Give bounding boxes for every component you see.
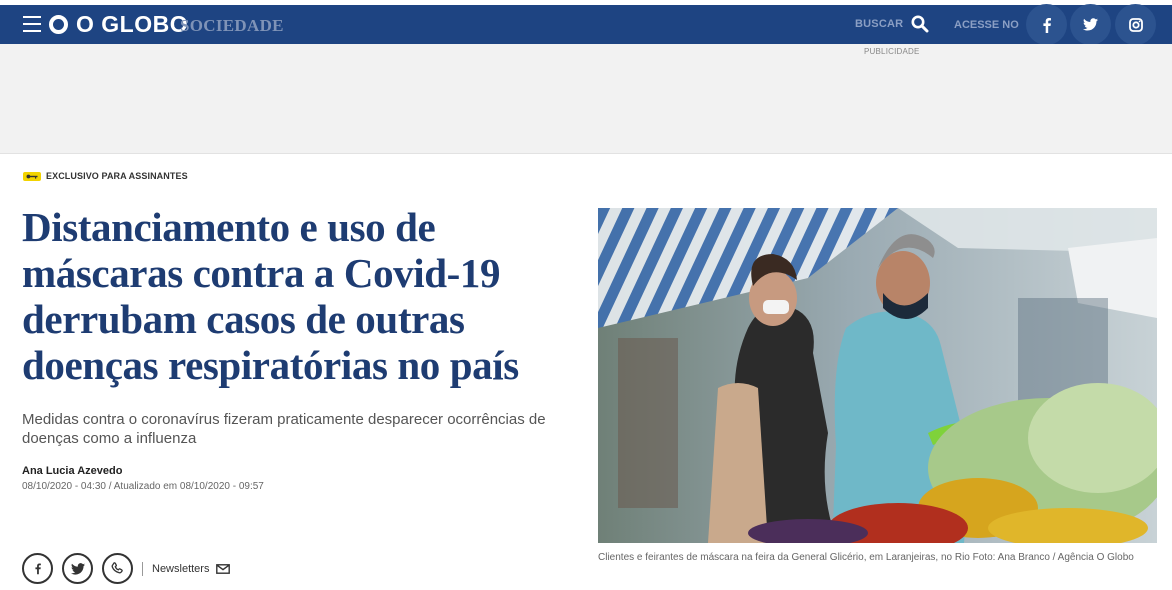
article-subheadline: Medidas contra o coronavírus fizeram pra… [22,411,546,447]
key-icon [23,171,41,181]
search-icon [911,15,929,33]
twitter-icon [1083,18,1098,31]
facebook-icon [1042,17,1051,33]
facebook-icon [34,563,41,575]
instagram-button[interactable] [1115,4,1156,45]
article-headline: Distanciamento e uso de máscaras contra … [22,204,519,388]
section-name[interactable]: SOCIEDADE [180,16,284,36]
site-header: O GLOBO SOCIEDADE BUSCAR ACESSE NO [0,4,1172,45]
whatsapp-icon [111,562,123,574]
exclusive-tag: EXCLUSIVO PARA ASSINANTES [23,171,188,181]
article-photo[interactable] [598,208,1157,543]
search-label: BUSCAR [855,18,904,30]
ad-banner: PUBLICIDADE [0,44,1172,154]
instagram-icon [1128,17,1143,32]
newsletters-link[interactable]: Newsletters [152,562,231,575]
ad-label: PUBLICIDADE [864,47,920,56]
search-button[interactable]: BUSCAR [855,13,929,35]
share-facebook-button[interactable] [22,553,53,584]
site-logo[interactable]: O GLOBO [49,11,188,37]
share-divider [142,561,143,576]
twitter-button[interactable] [1070,4,1111,45]
exclusive-label: EXCLUSIVO PARA ASSINANTES [46,171,188,181]
share-whatsapp-button[interactable] [102,553,133,584]
logo-o-mark [49,14,68,34]
photo-caption: Clientes e feirantes de máscara na feira… [598,552,1134,563]
logo-text: O GLOBO [76,10,189,37]
share-twitter-button[interactable] [62,553,93,584]
market-scene-image [598,208,1157,543]
access-label: ACESSE NO [954,19,1019,31]
newsletters-label: Newsletters [152,562,210,575]
facebook-button[interactable] [1026,4,1067,45]
article-dates: 08/10/2020 - 04:30 / Atualizado em 08/10… [22,481,264,492]
envelope-icon [216,563,231,574]
menu-icon[interactable] [23,16,41,32]
article-author[interactable]: Ana Lucia Azevedo [22,465,122,477]
twitter-icon [70,562,85,575]
share-bar: Newsletters [22,553,231,584]
